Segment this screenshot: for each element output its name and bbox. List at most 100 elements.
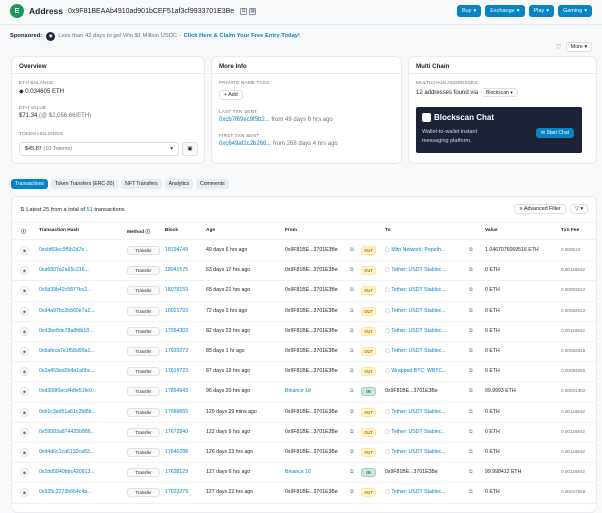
tx-hash-link[interactable]: 0xd4d6c1ca6132ca83... [39, 449, 121, 455]
col-fee[interactable]: Txn Fee [561, 228, 579, 233]
to-address[interactable]: ▢ Tether: USDT Stablec... [385, 409, 465, 415]
from-address[interactable]: 0x9F81BE...3701E3Be [285, 409, 357, 415]
tx-hash-link[interactable]: 0x2a459ed2b4a1a0bc... [39, 368, 121, 374]
copy-icon[interactable]: ⧉ [350, 469, 354, 476]
block-link[interactable]: 17640288 [165, 449, 188, 455]
copy-icon[interactable]: ⧉ [350, 247, 354, 254]
copy-icon[interactable]: ⧉ [469, 449, 473, 456]
last-txn-link[interactable]: 0xcb7f69ec9f5b2... [219, 117, 270, 123]
to-address[interactable]: ▢ Mitn Network: Pepeth... [385, 247, 465, 253]
to-address[interactable]: ▢ Tether: USDT Stablec... [385, 328, 465, 334]
copy-icon[interactable]: ⧉ [469, 409, 473, 416]
eye-icon[interactable]: ◉ [20, 407, 29, 417]
copy-icon[interactable]: ⧉ [350, 348, 354, 355]
from-address[interactable]: Binance 16 [285, 469, 357, 475]
start-chat-button[interactable]: ✉ Start Chat [535, 128, 574, 138]
eye-icon[interactable]: ◉ [20, 326, 29, 336]
to-address[interactable]: ▢ Tether: USDT Stablec... [385, 267, 465, 273]
block-link[interactable]: 17919723 [165, 368, 188, 374]
first-txn-link[interactable]: 0xc649af2c2b266... [219, 141, 271, 147]
from-address[interactable]: 0x9F81BE...3701E3Be [285, 368, 357, 374]
copy-icon[interactable]: ⧉ [350, 328, 354, 335]
copy-icon[interactable]: ⧉ [469, 247, 473, 254]
col-age[interactable]: Age [206, 228, 215, 233]
to-address[interactable]: ▢ Tether: USDT Stablec... [385, 308, 465, 314]
tab-comments[interactable]: Comments [196, 179, 229, 189]
from-address[interactable]: Binance 18 [285, 388, 357, 394]
tab-transactions[interactable]: Transactions [11, 179, 48, 189]
copy-icon[interactable]: ⧉ [240, 7, 248, 15]
copy-icon[interactable]: ⧉ [469, 429, 473, 436]
copy-icon[interactable]: ⧉ [469, 469, 473, 476]
copy-icon[interactable]: ⧉ [469, 348, 473, 355]
from-address[interactable]: 0x9F81BE...3701E3Be [285, 348, 357, 354]
from-address[interactable]: 0x9F81BE...3701E3Be [285, 267, 357, 273]
add-tag-button[interactable]: + Add [219, 90, 243, 100]
play-button[interactable]: Play ▾ [528, 5, 554, 17]
to-address[interactable]: 0x9F81BE...3701E3Be [385, 388, 465, 394]
tx-hash-link[interactable]: 0x59583a874425b886... [39, 429, 121, 435]
filter-dropdown-button[interactable]: ▽ ▾ [569, 204, 588, 214]
eye-icon[interactable]: ◉ [20, 468, 29, 478]
copy-icon[interactable]: ⧉ [350, 409, 354, 416]
copy-icon[interactable]: ⧉ [469, 328, 473, 335]
blockscan-chat-ad[interactable]: Blockscan Chat Wallet-to-wallet instant … [416, 107, 582, 153]
block-link[interactable]: 18041575 [165, 267, 188, 273]
copy-icon[interactable]: ⧉ [350, 267, 354, 274]
tx-hash-link[interactable]: 0xd4a97bc2b560e7a2... [39, 308, 121, 314]
eye-icon[interactable]: ◉ [20, 266, 29, 276]
advanced-filter-button[interactable]: ≡ Advanced Filter [514, 204, 566, 214]
block-link[interactable]: 18021793 [165, 308, 188, 314]
copy-icon[interactable]: ⧉ [469, 368, 473, 375]
block-link[interactable]: 17633279 [165, 489, 188, 495]
eye-icon[interactable]: ◉ [20, 286, 29, 296]
from-address[interactable]: 0x9F81BE...3701E3Be [285, 287, 357, 293]
block-link[interactable]: 18078159 [165, 287, 188, 293]
copy-icon[interactable]: ⧉ [350, 308, 354, 315]
tx-hash-link[interactable]: 0xa6807a2a65c316... [39, 267, 121, 273]
like-icon[interactable]: ♡ [556, 43, 562, 51]
from-address[interactable]: 0x9F81BE...3701E3Be [285, 449, 357, 455]
block-link[interactable]: 17954303 [165, 328, 188, 334]
eye-icon[interactable]: ◉ [20, 387, 29, 397]
buy-button[interactable]: Buy ▾ [457, 5, 482, 17]
block-link[interactable]: 17638129 [165, 469, 188, 475]
to-address[interactable]: 0x9F81BE...3701E3Be [385, 469, 465, 475]
blockscan-dropdown[interactable]: Blockscan ▾ [481, 88, 518, 97]
block-link[interactable]: 17672840 [165, 429, 188, 435]
copy-icon[interactable]: ⧉ [350, 287, 354, 294]
block-link[interactable]: 18194749 [165, 247, 188, 253]
sponsored-link[interactable]: Click Here & Claim Your Free Entry Today… [184, 33, 300, 39]
to-address[interactable]: ▢ Wrapped BTC: WBTC... [385, 368, 465, 374]
block-link[interactable]: 17854943 [165, 388, 188, 394]
copy-icon[interactable]: ⧉ [469, 489, 473, 496]
tx-hash-link[interactable]: 0xb1c3ed51a61c2bf8b... [39, 409, 121, 415]
to-address[interactable]: ▢ Tether: USDT Stablec... [385, 348, 465, 354]
exchange-button[interactable]: Exchange ▾ [485, 5, 525, 17]
copy-icon[interactable]: ⧉ [350, 429, 354, 436]
eye-icon[interactable]: ◉ [20, 246, 29, 255]
to-address[interactable]: ▢ Tether: USDT Stablec... [385, 489, 465, 495]
eye-icon[interactable]: ◉ [20, 488, 29, 498]
tab-nft-transfers[interactable]: NFT Transfers [121, 179, 162, 189]
copy-icon[interactable]: ⧉ [469, 388, 473, 395]
tab-analytics[interactable]: Analytics [164, 179, 194, 189]
token-portfolio-button[interactable]: ▣ [182, 142, 198, 156]
more-button[interactable]: More ▾ [565, 42, 592, 52]
from-address[interactable]: 0x9F81BE...3701E3Be [285, 247, 357, 253]
from-address[interactable]: 0x9F81BE...3701E3Be [285, 308, 357, 314]
copy-icon[interactable]: ⧉ [350, 368, 354, 375]
copy-icon[interactable]: ⧉ [469, 267, 473, 274]
eye-icon[interactable]: ◉ [20, 367, 29, 377]
tx-hash-link[interactable]: 0x5d39b42c5677bc2... [39, 287, 121, 293]
gaming-button[interactable]: Gaming ▾ [557, 5, 592, 17]
copy-icon[interactable]: ⧉ [469, 308, 473, 315]
to-address[interactable]: ▢ Tether: USDT Stablec... [385, 429, 465, 435]
tx-hash-link[interactable]: 0xbafeca7e1f58d90a1... [39, 348, 121, 354]
from-address[interactable]: 0x9F81BE...3701E3Be [285, 328, 357, 334]
eye-icon[interactable]: ◉ [20, 306, 29, 316]
tx-hash-link[interactable]: 0x2dd5840bbc420813... [39, 469, 121, 475]
eye-icon[interactable]: ◉ [20, 347, 29, 356]
eye-icon[interactable]: ◉ [20, 427, 29, 437]
from-address[interactable]: 0x9F81BE...3701E3Be [285, 489, 357, 495]
